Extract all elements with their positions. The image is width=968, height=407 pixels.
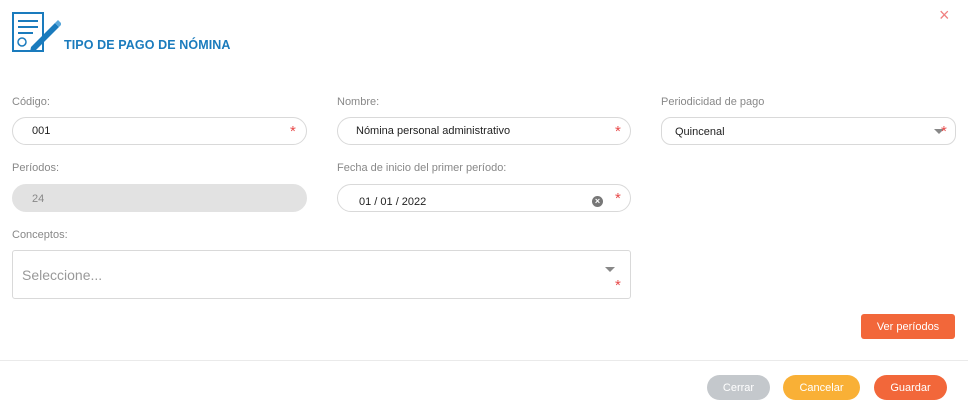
periodicidad-value: Quincenal bbox=[675, 126, 725, 138]
nombre-value: Nómina personal administrativo bbox=[356, 125, 511, 137]
nombre-field[interactable]: Nómina personal administrativo * bbox=[337, 117, 631, 145]
footer-divider bbox=[0, 360, 968, 361]
required-mark: * bbox=[615, 277, 621, 294]
save-button[interactable]: Guardar bbox=[874, 375, 947, 400]
codigo-label: Código: bbox=[12, 96, 50, 108]
codigo-value: 001 bbox=[32, 125, 51, 137]
dialog-title: TIPO DE PAGO DE NÓMINA bbox=[64, 38, 231, 52]
ver-periodos-button[interactable]: Ver períodos bbox=[861, 314, 955, 339]
close-button[interactable]: Cerrar bbox=[707, 375, 770, 400]
periodicidad-label: Periodicidad de pago bbox=[661, 96, 765, 108]
cancel-button[interactable]: Cancelar bbox=[783, 375, 860, 400]
periodos-label: Períodos: bbox=[12, 162, 60, 174]
fecha-inicio-field[interactable]: 01 / 01 / 2022 × * bbox=[337, 184, 631, 212]
periodos-field: 24 bbox=[12, 184, 307, 212]
chevron-down-icon bbox=[605, 267, 615, 272]
conceptos-select[interactable]: Seleccione... * bbox=[12, 250, 631, 299]
required-mark: * bbox=[615, 190, 621, 207]
dialog-header: TIPO DE PAGO DE NÓMINA × bbox=[0, 0, 968, 70]
document-edit-icon bbox=[12, 12, 61, 52]
nombre-label: Nombre: bbox=[337, 96, 380, 108]
conceptos-label: Conceptos: bbox=[12, 229, 68, 241]
periodos-value: 24 bbox=[32, 193, 45, 205]
periodicidad-select[interactable]: Quincenal * bbox=[661, 117, 956, 145]
close-icon[interactable]: × bbox=[939, 6, 950, 24]
fecha-inicio-value: 01 / 01 / 2022 bbox=[359, 196, 427, 208]
fecha-inicio-label: Fecha de inicio del primer período: bbox=[337, 162, 507, 174]
codigo-field[interactable]: 001 * bbox=[12, 117, 307, 145]
required-mark: * bbox=[615, 123, 621, 140]
required-mark: * bbox=[290, 123, 296, 140]
required-mark: * bbox=[941, 123, 947, 140]
conceptos-placeholder: Seleccione... bbox=[22, 267, 103, 283]
clear-icon[interactable]: × bbox=[592, 196, 603, 207]
